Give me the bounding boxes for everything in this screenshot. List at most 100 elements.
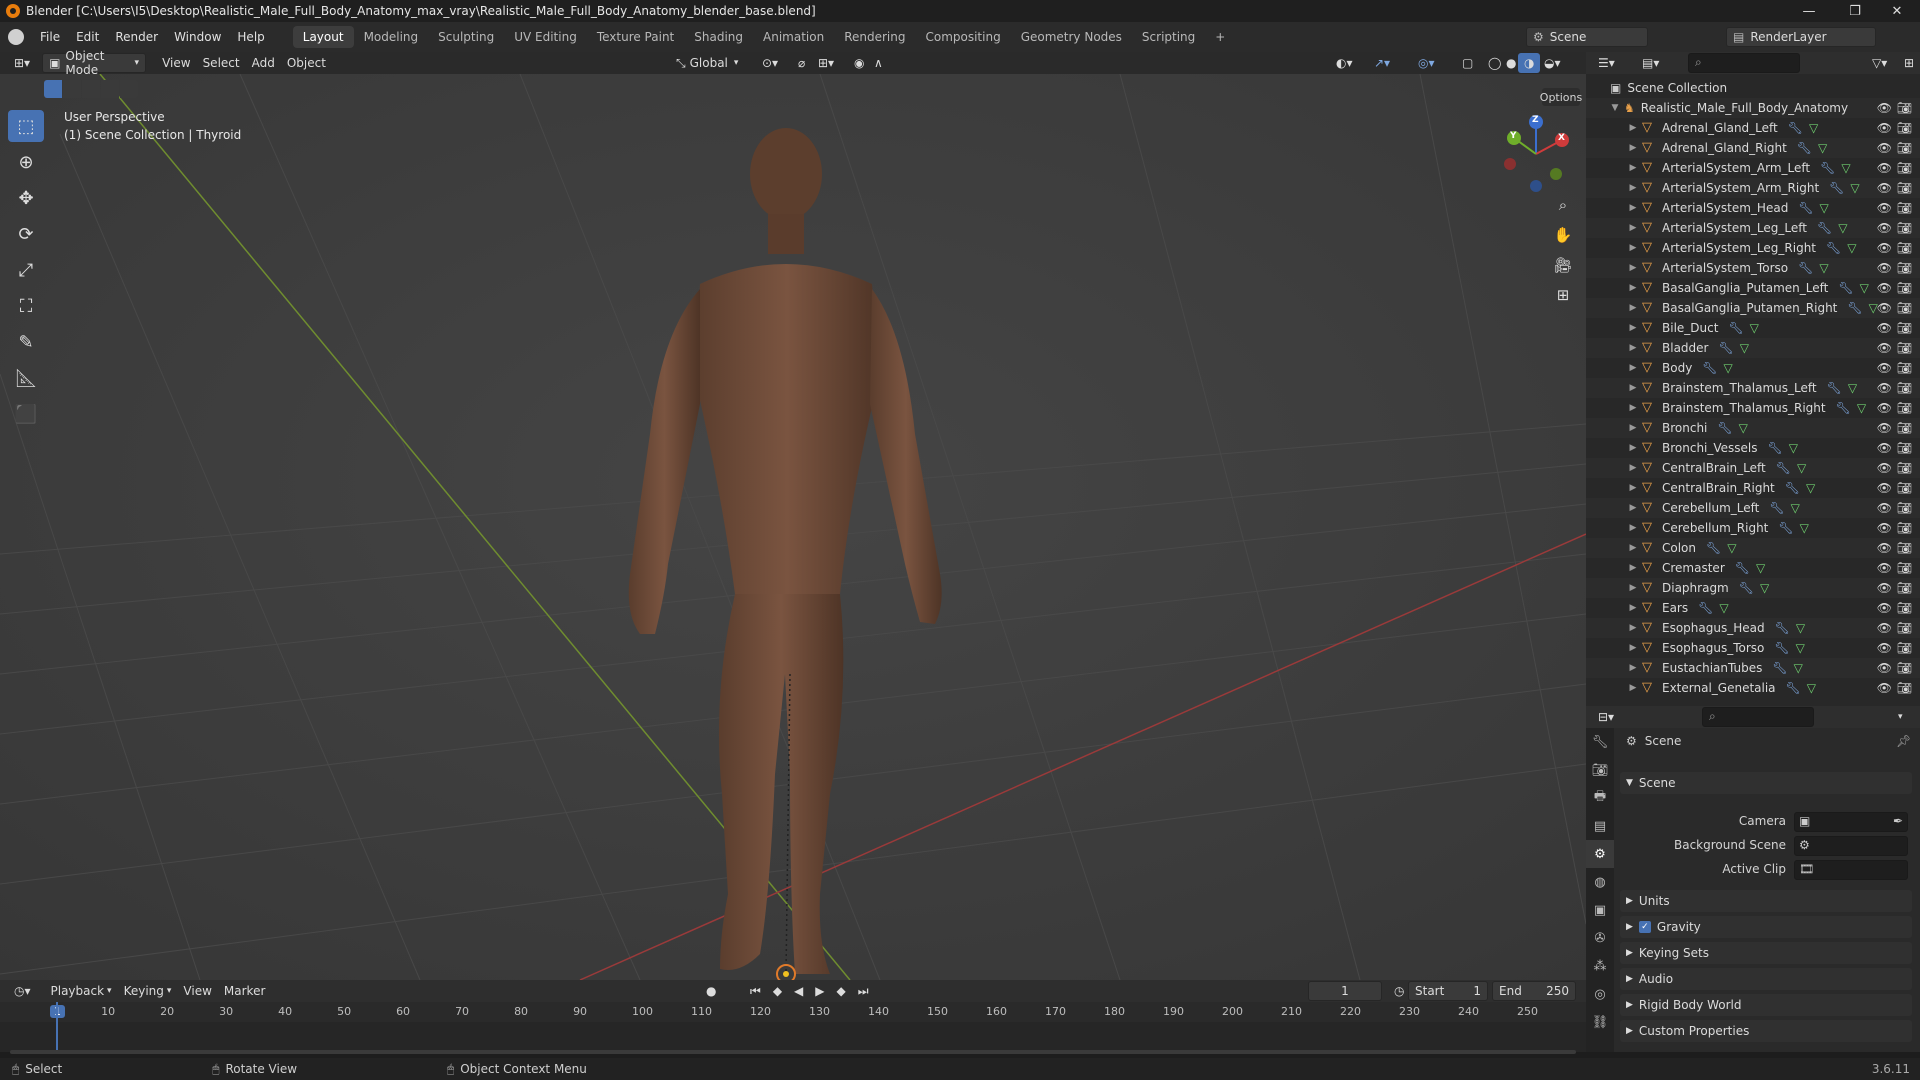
navigation-gizmo[interactable]: Z Y X: [1496, 114, 1576, 194]
menu-add[interactable]: Add: [246, 53, 281, 73]
mesh-data-icon[interactable]: ▽: [1809, 121, 1818, 135]
camera-field[interactable]: ▣ ✒: [1794, 812, 1908, 832]
mesh-data-icon[interactable]: ▽: [1796, 641, 1805, 655]
menu-view[interactable]: View: [156, 53, 196, 73]
select-new-icon[interactable]: [44, 80, 62, 98]
eye-icon[interactable]: 👁︎: [1877, 221, 1892, 235]
render-camera-icon[interactable]: 📷︎: [1897, 461, 1912, 475]
render-camera-icon[interactable]: 📷︎: [1897, 501, 1912, 515]
collapsed-triangle-icon[interactable]: ▶: [1626, 243, 1640, 253]
mesh-data-icon[interactable]: ▽: [1820, 201, 1829, 215]
eye-icon[interactable]: 👁︎: [1877, 361, 1892, 375]
mesh-data-icon[interactable]: ▽: [1797, 461, 1806, 475]
outliner-item[interactable]: ▶ ▽ Diaphragm 🔧︎ ▽ 👁︎ 📷︎: [1586, 578, 1920, 598]
render-camera-icon[interactable]: 📷︎: [1897, 141, 1912, 155]
outliner-item[interactable]: ▶ ▽ Bronchi 🔧︎ ▽ 👁︎ 📷︎: [1586, 418, 1920, 438]
modifier-icon[interactable]: 🔧︎: [1785, 481, 1800, 495]
eye-icon[interactable]: 👁︎: [1877, 441, 1892, 455]
modifier-icon[interactable]: 🔧︎: [1775, 621, 1790, 635]
tab-uv-editing[interactable]: UV Editing: [504, 26, 587, 48]
tab-texture-paint[interactable]: Texture Paint: [587, 26, 684, 48]
outliner-item[interactable]: ▶ ▽ Ears 🔧︎ ▽ 👁︎ 📷︎: [1586, 598, 1920, 618]
collapsed-triangle-icon[interactable]: ▶: [1626, 643, 1640, 653]
eye-icon[interactable]: 👁︎: [1877, 201, 1892, 215]
particles-tab-icon[interactable]: ⁂: [1586, 952, 1614, 980]
menu-window[interactable]: Window: [166, 22, 229, 52]
jump-start-icon[interactable]: ⏮: [744, 981, 767, 1001]
mesh-data-icon[interactable]: ▽: [1841, 161, 1850, 175]
menu-edit[interactable]: Edit: [68, 22, 107, 52]
mesh-data-icon[interactable]: ▽: [1807, 681, 1816, 695]
collapsed-triangle-icon[interactable]: ▶: [1626, 583, 1640, 593]
render-camera-icon[interactable]: 📷︎: [1897, 181, 1912, 195]
rendered-shading-icon[interactable]: ◒▾: [1538, 53, 1567, 73]
tab-modeling[interactable]: Modeling: [354, 26, 429, 48]
outliner-item[interactable]: ▶ ▽ ArterialSystem_Head 🔧︎ ▽ 👁︎ 📷︎: [1586, 198, 1920, 218]
auto-keying-icon[interactable]: ●: [700, 981, 722, 1001]
outliner-item[interactable]: ▶ ▽ Esophagus_Head 🔧︎ ▽ 👁︎ 📷︎: [1586, 618, 1920, 638]
modifier-icon[interactable]: 🔧︎: [1772, 661, 1787, 675]
mesh-data-icon[interactable]: ▽: [1796, 621, 1805, 635]
eye-icon[interactable]: 👁︎: [1877, 621, 1892, 635]
outliner-item[interactable]: ▶ ▽ CentralBrain_Right 🔧︎ ▽ 👁︎ 📷︎: [1586, 478, 1920, 498]
render-camera-icon[interactable]: 📷︎: [1897, 121, 1912, 135]
select-box-icon[interactable]: ⬚: [8, 110, 44, 142]
collapsed-triangle-icon[interactable]: ▶: [1626, 503, 1640, 513]
end-frame-field[interactable]: End 250: [1492, 981, 1576, 1001]
render-camera-icon[interactable]: 📷︎: [1897, 241, 1912, 255]
collapsed-triangle-icon[interactable]: ▶: [1626, 543, 1640, 553]
outliner-item[interactable]: ▶ ▽ External_Genetalia 🔧︎ ▽ 👁︎ 📷︎: [1586, 678, 1920, 698]
render-camera-icon[interactable]: 📷︎: [1897, 381, 1912, 395]
mesh-data-icon[interactable]: ▽: [1789, 441, 1798, 455]
outliner-item[interactable]: ▶ ▽ Adrenal_Gland_Left 🔧︎ ▽ 👁︎ 📷︎: [1586, 118, 1920, 138]
eye-icon[interactable]: 👁︎: [1877, 561, 1892, 575]
add-workspace-button[interactable]: +: [1205, 26, 1235, 48]
falloff-icon[interactable]: ∧: [868, 53, 889, 73]
render-camera-icon[interactable]: 📷︎: [1897, 581, 1912, 595]
overlay-toggle-icon[interactable]: ◎▾: [1412, 53, 1441, 73]
collapsed-triangle-icon[interactable]: ▶: [1626, 523, 1640, 533]
timeline-editor-type-icon[interactable]: ◷▾: [8, 981, 37, 1001]
outliner-item[interactable]: ▶ ▽ EustachianTubes 🔧︎ ▽ 👁︎ 📷︎: [1586, 658, 1920, 678]
select-intersect-icon[interactable]: [120, 80, 138, 98]
outliner-item[interactable]: ▶ ▽ ArterialSystem_Torso 🔧︎ ▽ 👁︎ 📷︎: [1586, 258, 1920, 278]
start-frame-field[interactable]: Start 1: [1408, 981, 1488, 1001]
filter-icon[interactable]: ▽▾: [1866, 53, 1893, 73]
modifier-icon[interactable]: 🔧︎: [1829, 181, 1844, 195]
outliner-item[interactable]: ▶ ▽ Bladder 🔧︎ ▽ 👁︎ 📷︎: [1586, 338, 1920, 358]
outliner-item[interactable]: ▶ ▽ ArterialSystem_Arm_Left 🔧︎ ▽ 👁︎ 📷︎: [1586, 158, 1920, 178]
modifier-icon[interactable]: 🔧︎: [1698, 601, 1713, 615]
menu-marker[interactable]: Marker: [218, 981, 271, 1001]
collection-row[interactable]: ▼ ♞ Realistic_Male_Full_Body_Anatomy 👁︎ …: [1586, 98, 1920, 118]
collapsed-triangle-icon[interactable]: ▶: [1626, 123, 1640, 133]
outliner-item[interactable]: ▶ ▽ Brainstem_Thalamus_Right 🔧︎ ▽ 👁︎ 📷︎: [1586, 398, 1920, 418]
eye-icon[interactable]: 👁︎: [1877, 641, 1892, 655]
eye-icon[interactable]: 👁︎: [1877, 101, 1892, 115]
blender-menu-icon[interactable]: [8, 29, 24, 45]
xray-icon[interactable]: ▢: [1456, 53, 1479, 73]
timeline-scrollbar[interactable]: [10, 1050, 1576, 1054]
collapsed-triangle-icon[interactable]: ▶: [1626, 423, 1640, 433]
modifier-icon[interactable]: 🔧︎: [1769, 501, 1784, 515]
render-camera-icon[interactable]: 📷︎: [1897, 261, 1912, 275]
chevron-down-icon[interactable]: ▾: [1892, 707, 1909, 727]
background-scene-field[interactable]: ⚙: [1794, 836, 1908, 856]
units-section[interactable]: ▶ Units: [1620, 890, 1912, 912]
render-camera-icon[interactable]: 📷︎: [1897, 161, 1912, 175]
transform-icon[interactable]: ⛶: [8, 290, 44, 322]
world-tab-icon[interactable]: ◍: [1586, 868, 1614, 896]
eye-icon[interactable]: 👁︎: [1877, 381, 1892, 395]
menu-playback[interactable]: Playback ▾: [45, 981, 118, 1001]
render-camera-icon[interactable]: 📷︎: [1897, 681, 1912, 695]
gizmo-toggle-icon[interactable]: ↗▾: [1368, 53, 1396, 73]
outliner-item[interactable]: ▶ ▽ Colon 🔧︎ ▽ 👁︎ 📷︎: [1586, 538, 1920, 558]
mesh-data-icon[interactable]: ▽: [1806, 481, 1815, 495]
render-camera-icon[interactable]: 📷︎: [1897, 281, 1912, 295]
outliner-item[interactable]: ▶ ▽ Cerebellum_Left 🔧︎ ▽ 👁︎ 📷︎: [1586, 498, 1920, 518]
timeline-ruler[interactable]: 1102030405060708090100110120130140150160…: [0, 1002, 1586, 1022]
collapsed-triangle-icon[interactable]: ▶: [1626, 683, 1640, 693]
camera-view-icon[interactable]: 🎥︎: [1550, 252, 1576, 278]
pivot-icon[interactable]: ⊙▾: [756, 53, 784, 73]
modifier-tab-icon[interactable]: ✇: [1586, 924, 1614, 952]
outliner-search-input[interactable]: ⌕: [1688, 53, 1800, 73]
